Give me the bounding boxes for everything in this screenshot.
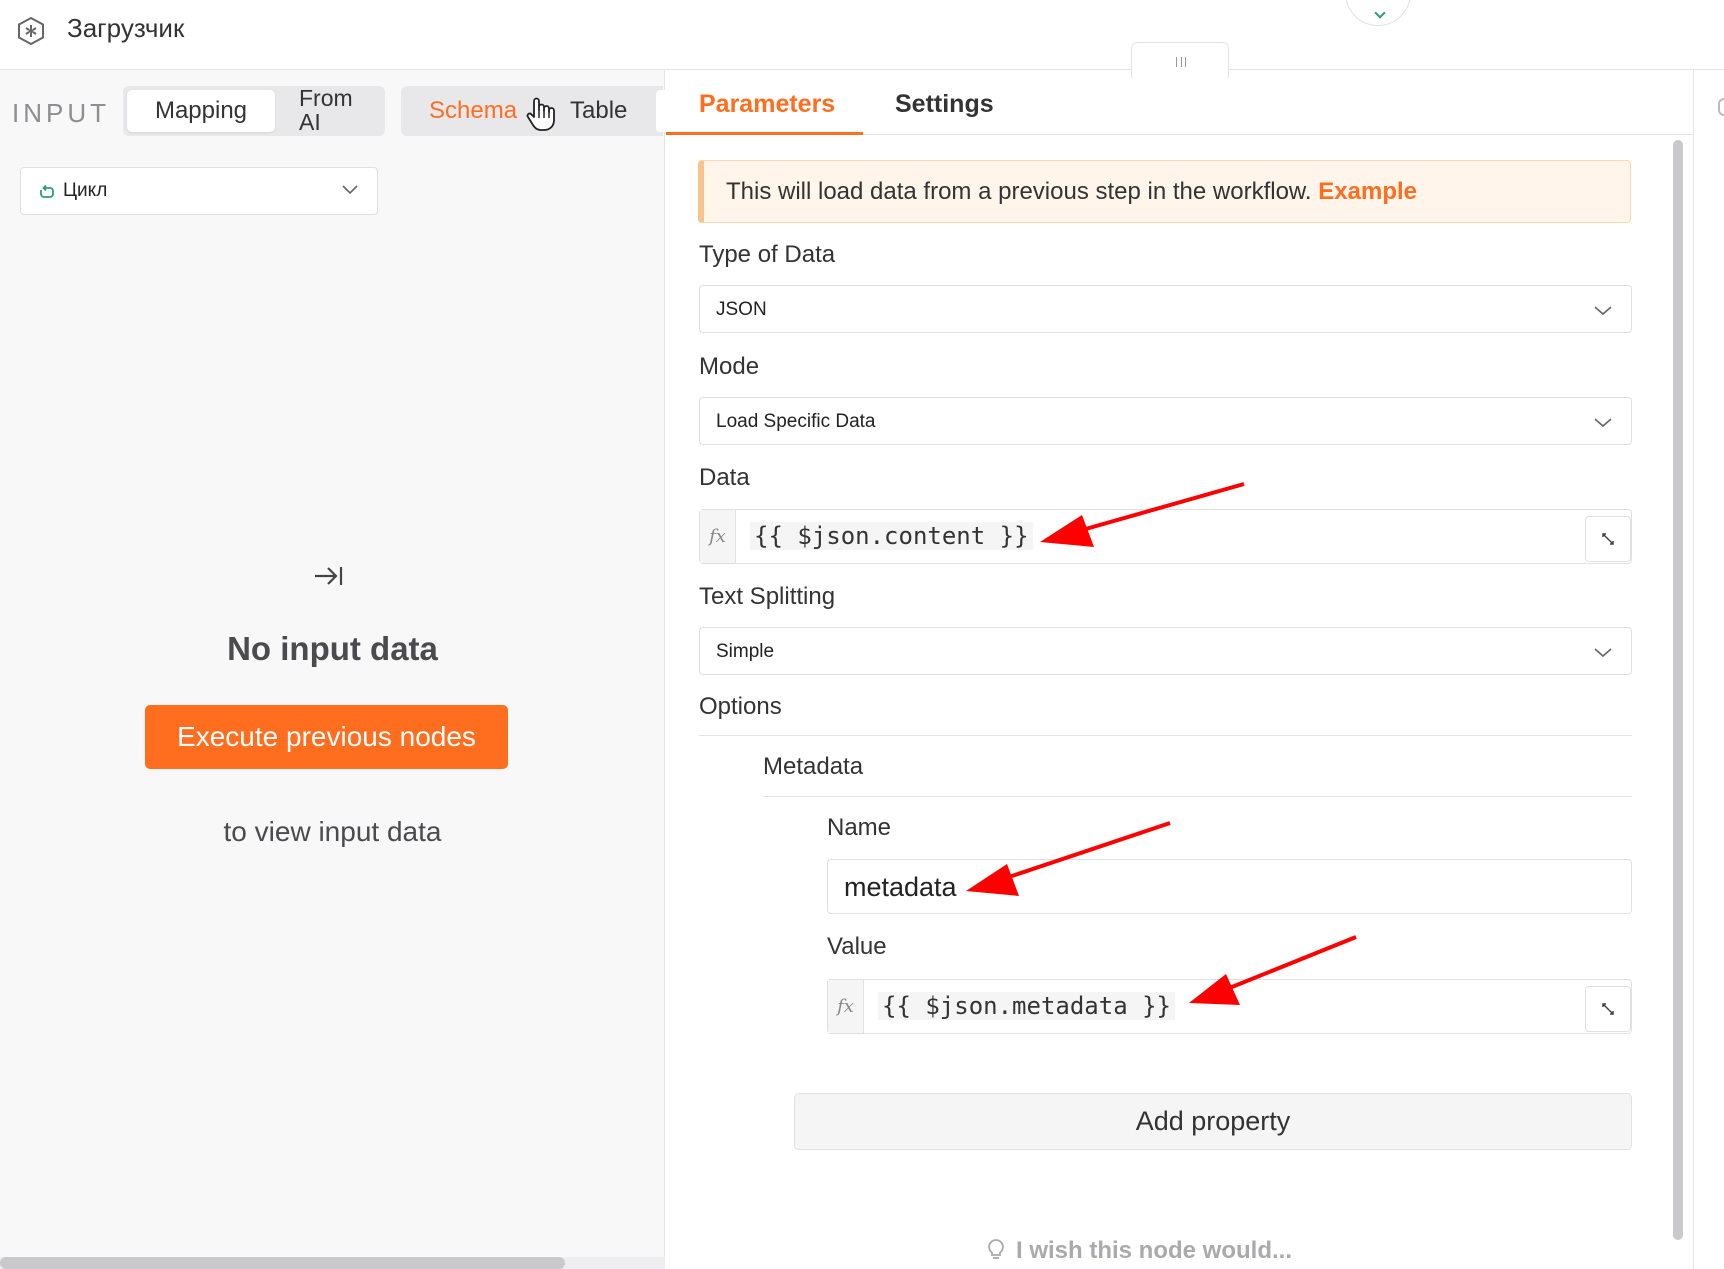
mode-select[interactable]: Load Specific Data xyxy=(699,397,1632,445)
mode-value: Load Specific Data xyxy=(716,411,876,432)
metadata-name-input[interactable]: metadata xyxy=(827,859,1632,914)
arrow-to-right-icon xyxy=(315,567,343,585)
node-header: Загрузчик xyxy=(0,0,1724,70)
metadata-name-value: metadata xyxy=(844,872,957,902)
tab-settings[interactable]: Settings xyxy=(895,90,994,119)
mode-option-from-ai[interactable]: From AI xyxy=(299,86,369,134)
text-splitting-value: Simple xyxy=(716,641,775,662)
collapsed-panel-edge xyxy=(1718,98,1724,116)
data-expression-value[interactable]: {{ $json.content }} xyxy=(750,522,1033,550)
metadata-value-expression-input[interactable]: fx {{ $json.metadata }} xyxy=(827,979,1632,1034)
panel-tabs: Parameters Settings xyxy=(666,70,1694,135)
hand-cursor-icon xyxy=(526,97,555,131)
panel-drag-handle[interactable] xyxy=(1131,42,1229,78)
empty-state-title: No input data xyxy=(227,630,438,667)
execute-previous-nodes-button[interactable]: Execute previous nodes xyxy=(145,705,508,769)
run-selector[interactable]: Цикл xyxy=(20,167,378,215)
active-tab-indicator xyxy=(666,132,863,135)
open-expression-editor-button[interactable] xyxy=(1585,986,1631,1032)
view-option-schema[interactable]: Schema xyxy=(429,86,517,136)
mode-option-mapping[interactable]: Mapping xyxy=(127,90,275,132)
horizontal-scrollbar[interactable] xyxy=(0,1257,665,1269)
loop-icon xyxy=(40,184,54,198)
open-expression-editor-button[interactable] xyxy=(1585,516,1631,562)
mode-switcher: Mapping From AI xyxy=(123,86,385,136)
empty-state-subtitle: to view input data xyxy=(223,816,442,847)
notice-example-link[interactable]: Example xyxy=(1318,178,1417,205)
tab-parameters[interactable]: Parameters xyxy=(699,90,835,119)
chevron-down-icon xyxy=(1594,306,1612,316)
chevron-down-icon xyxy=(1594,648,1612,658)
vertical-scrollbar[interactable] xyxy=(1670,140,1686,1240)
mode-label: Mode xyxy=(699,353,760,380)
lightbulb-icon xyxy=(988,1239,1004,1259)
input-panel-label: INPUT xyxy=(12,98,110,128)
status-check-icon xyxy=(1345,0,1411,26)
chevron-down-icon xyxy=(1594,418,1612,428)
view-option-table[interactable]: Table xyxy=(570,86,627,136)
fx-icon: fx xyxy=(828,980,864,1033)
add-property-button[interactable]: Add property xyxy=(794,1093,1632,1150)
options-divider xyxy=(699,735,1632,736)
parameters-panel: Parameters Settings This will load data … xyxy=(666,70,1694,1269)
expand-icon xyxy=(1602,533,1614,545)
notice-text: This will load data from a previous step… xyxy=(726,178,1312,205)
text-splitting-label: Text Splitting xyxy=(699,583,836,610)
feedback-link[interactable]: I wish this node would... xyxy=(988,1237,1292,1265)
view-option-json[interactable] xyxy=(656,90,666,132)
node-hexagon-icon xyxy=(18,16,44,46)
type-of-data-value: JSON xyxy=(716,299,767,320)
options-label: Options xyxy=(699,693,782,720)
metadata-divider xyxy=(763,796,1632,797)
expand-icon xyxy=(1602,1003,1614,1015)
text-splitting-select[interactable]: Simple xyxy=(699,627,1632,675)
info-notice: This will load data from a previous step… xyxy=(698,160,1631,223)
data-label: Data xyxy=(699,464,750,491)
feedback-text: I wish this node would... xyxy=(1016,1237,1292,1264)
metadata-name-label: Name xyxy=(827,814,892,841)
fx-icon: fx xyxy=(700,510,736,563)
type-of-data-select[interactable]: JSON xyxy=(699,285,1632,333)
run-selector-label: Цикл xyxy=(63,180,108,201)
chevron-down-icon xyxy=(342,185,358,195)
input-panel: INPUT Mapping From AI Schema Table Цикл … xyxy=(0,70,666,1269)
metadata-value-label: Value xyxy=(827,933,887,960)
data-expression-input[interactable]: fx {{ $json.content }} xyxy=(699,509,1632,564)
metadata-value-expression[interactable]: {{ $json.metadata }} xyxy=(878,992,1175,1020)
type-of-data-label: Type of Data xyxy=(699,241,836,268)
metadata-label: Metadata xyxy=(763,753,864,780)
node-title[interactable]: Загрузчик xyxy=(67,13,184,44)
